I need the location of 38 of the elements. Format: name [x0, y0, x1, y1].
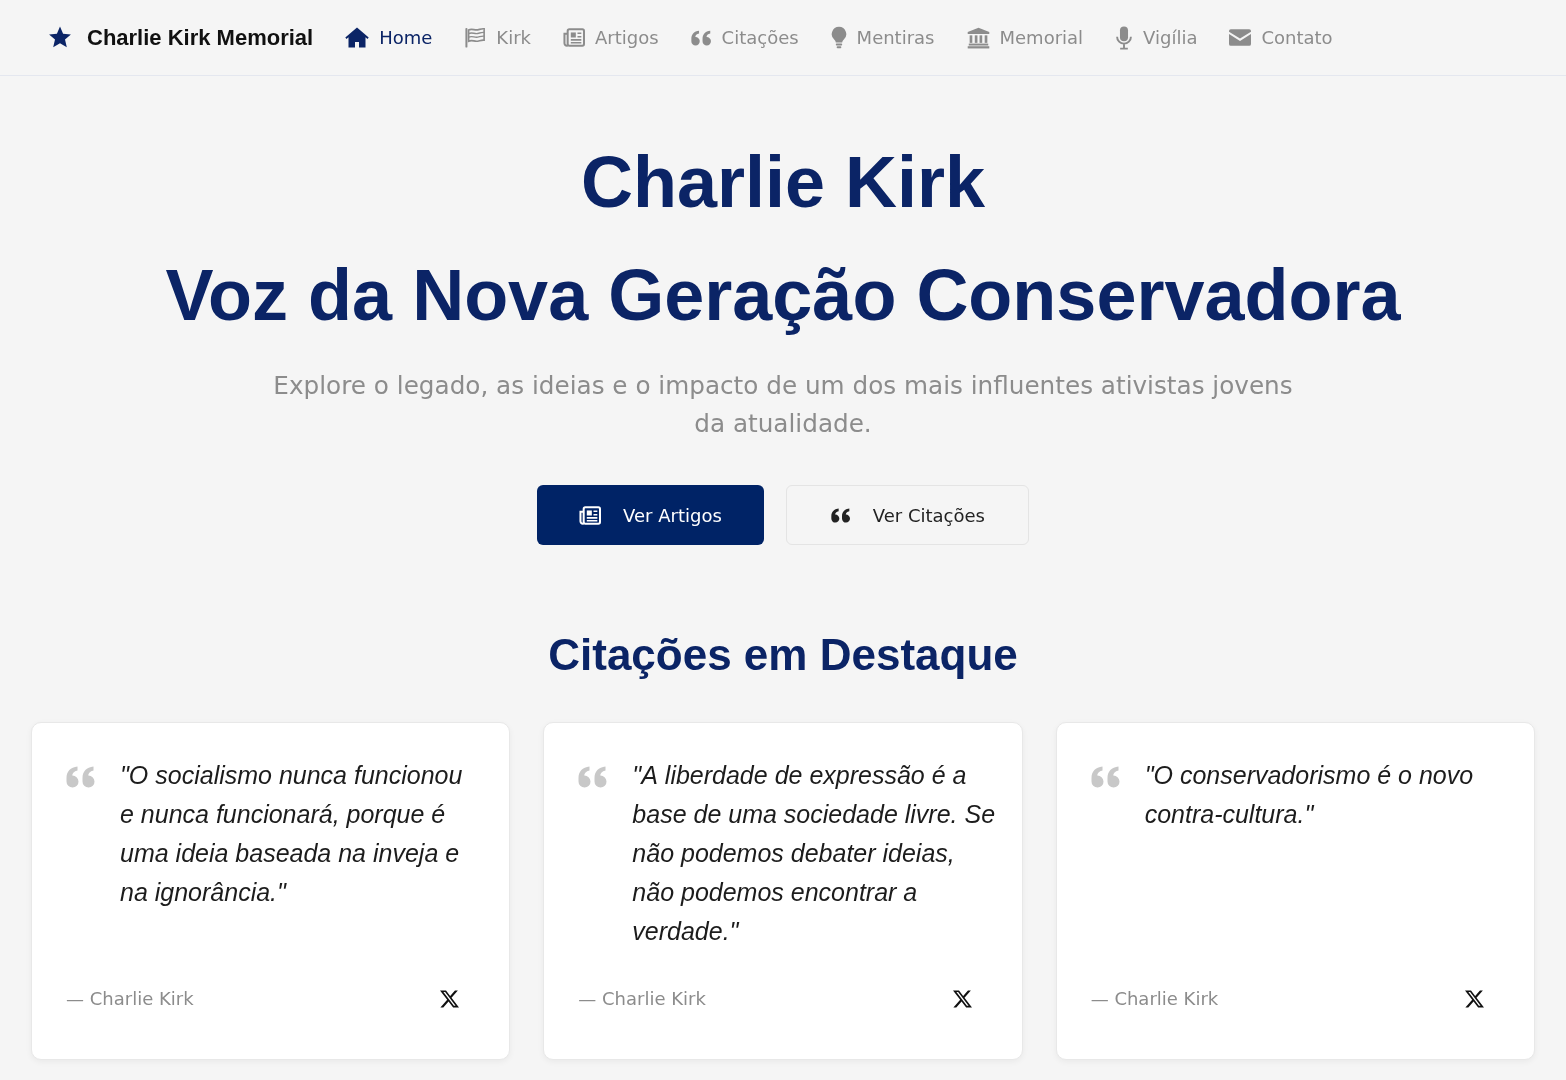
x-icon[interactable]	[440, 990, 460, 1008]
nav-link[interactable]: Memorial	[966, 26, 1084, 49]
newspaper-icon	[563, 28, 585, 47]
x-icon[interactable]	[952, 990, 972, 1008]
site-logo-link[interactable]: Charlie Kirk Memorial	[48, 24, 314, 51]
microphone-icon	[1115, 25, 1134, 50]
star-icon	[48, 26, 72, 49]
quote-icon	[578, 766, 609, 788]
flag-icon	[464, 27, 487, 48]
lightbulb-icon	[830, 26, 847, 49]
nav-link[interactable]: Kirk	[464, 27, 531, 48]
envelope-icon	[1229, 29, 1252, 46]
quote-text: "A liberdade de expressão é a base de uma sociedade livre. Se não podemos debater ideias, não podemos encontrar a verdade."	[632, 760, 996, 947]
section-title: Citações em Destaque	[547, 629, 1019, 681]
nav-link[interactable]: Vigília	[1115, 25, 1198, 50]
nav-link[interactable]: Citações	[690, 27, 799, 48]
hero-tagline: Voz da Nova Geração Conservadora	[165, 254, 1401, 337]
nav-link[interactable]: Contato	[1229, 27, 1333, 48]
quote-icon	[66, 766, 96, 788]
columns-building-icon	[966, 26, 990, 49]
hero-title: Charlie Kirk	[580, 141, 986, 224]
quote-icon	[690, 29, 712, 46]
newspaper-icon	[579, 505, 602, 525]
quote-text: "O socialismo nunca funcionou e nunca funcionará, porque é uma ideia baseada na inveja e na ignorância."	[120, 760, 464, 908]
quote-icon	[830, 507, 851, 523]
nav-link[interactable]: Artigos	[563, 27, 659, 48]
articles-button[interactable]: Ver Artigos	[537, 485, 764, 545]
nav-link[interactable]: Home	[345, 27, 433, 48]
hero-description: Explore o legado, as ideias e o impacto de um dos mais influentes ativistas jovens da atualidade.	[272, 370, 1294, 440]
quote-author: — Charlie Kirk	[1090, 987, 1219, 1011]
nav-link[interactable]: Mentiras	[830, 26, 935, 49]
home-icon	[345, 27, 370, 48]
quote-author: — Charlie Kirk	[66, 987, 194, 1011]
quotes-button[interactable]: Ver Citações	[785, 485, 1029, 545]
x-icon[interactable]	[1465, 990, 1484, 1008]
quote-icon	[1090, 766, 1121, 788]
quote-author: — Charlie Kirk	[578, 987, 706, 1011]
quote-text: "O conservadorismo é o novo contra-cultura."	[1144, 760, 1475, 830]
